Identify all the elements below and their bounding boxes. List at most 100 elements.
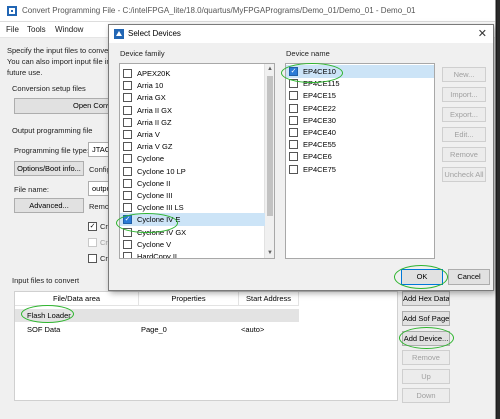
checkbox[interactable] [123,191,132,200]
list-item[interactable]: EP4CE6 [286,150,434,163]
list-item[interactable]: EP4CE40 [286,126,434,139]
checkbox[interactable] [289,79,298,89]
close-icon[interactable]: ✕ [478,27,487,40]
list-item[interactable]: EP4CE15 [286,89,434,102]
checkbox[interactable] [123,81,132,91]
family-list-scrollbar[interactable]: ▲ ▼ [264,64,274,258]
list-item[interactable]: EP4CE22 [286,102,434,115]
checkbox[interactable] [289,115,298,125]
list-item[interactable]: Arria II GX [120,104,265,117]
table-row[interactable]: Flash Loader [15,309,299,322]
checkbox[interactable]: ✓ [123,215,132,225]
list-item[interactable]: EP4CE75 [286,163,434,176]
import-button[interactable]: Import... [442,87,486,102]
ok-button[interactable]: OK [401,269,443,285]
remove-device-button[interactable]: Remove [442,147,486,162]
file-type-select[interactable]: JTAG [88,142,110,157]
option-checkbox-2[interactable] [88,238,97,247]
list-item[interactable]: APEX20K [120,67,265,80]
list-item[interactable]: ✓ Cyclone IV E [120,213,265,227]
list-item[interactable]: Arria 10 [120,79,265,92]
list-item[interactable]: Cyclone 10 LP [120,165,265,178]
uncheck-all-button[interactable]: Uncheck All [442,167,486,182]
checkbox[interactable] [123,178,132,188]
list-item-label: EP4CE40 [303,128,336,137]
list-item[interactable]: Cyclone III LS [120,201,265,214]
options-boot-info-button[interactable]: Options/Boot info... [14,161,84,176]
checkbox[interactable] [123,130,132,139]
scroll-up-arrow-icon[interactable]: ▲ [265,64,274,74]
column-header-start-address[interactable]: Start Address [239,292,299,306]
device-family-list[interactable]: ▲ ▼ APEX20K Arria 10 Arria GX Arria II GX Ar… [119,63,275,259]
checkbox[interactable] [123,142,132,152]
checkbox[interactable] [289,164,298,174]
list-item-label: Cyclone IV E [137,215,181,225]
checkbox[interactable] [289,152,298,162]
remove-button[interactable]: Remove [402,350,450,365]
menu-tools[interactable]: Tools [27,25,46,34]
scroll-down-arrow-icon[interactable]: ▼ [265,248,274,258]
checkbox[interactable]: ✓ [289,67,298,76]
checkbox[interactable] [123,154,132,164]
list-item-label: HardCopy II [137,252,178,259]
checkbox[interactable] [123,117,132,127]
list-item-label: Arria II GZ [137,117,172,127]
list-item[interactable]: Arria V [120,128,265,141]
open-conversion-setup-button[interactable]: Open Conv [14,98,110,114]
table-row[interactable]: SOF Data Page_0 <auto> [15,323,299,336]
list-item[interactable]: Cyclone [120,152,265,165]
list-item[interactable]: Arria V GZ [120,140,265,153]
input-files-table: File/Data area Properties Start Address … [14,291,398,401]
checkbox[interactable] [289,140,298,150]
list-item[interactable]: Cyclone V [120,238,265,251]
export-button[interactable]: Export... [442,107,486,122]
checkbox[interactable] [289,91,298,101]
column-header-file[interactable]: File/Data area [15,292,139,306]
add-sof-page-button[interactable]: Add Sof Page [402,311,450,326]
menu-file[interactable]: File [6,25,19,34]
list-item[interactable]: Arria II GZ [120,116,265,129]
list-item[interactable]: ✓ EP4CE10 [286,65,434,78]
list-item[interactable]: Cyclone II [120,177,265,190]
menu-window[interactable]: Window [55,25,83,34]
window-title: Convert Programming File - C:/intelFPGA_… [22,6,416,15]
checkbox[interactable] [289,103,298,113]
down-button[interactable]: Down [402,388,450,403]
checkbox[interactable] [123,227,132,237]
list-item[interactable]: EP4CE30 [286,114,434,127]
list-item[interactable]: Cyclone III [120,189,265,202]
checkbox[interactable] [289,128,298,137]
list-item[interactable]: EP4CE115 [286,77,434,90]
device-name-label: Device name [286,49,330,58]
option-label-2: Cr [100,238,108,247]
list-item-label: EP4CE10 [303,67,336,76]
advanced-button[interactable]: Advanced... [14,198,84,213]
device-name-list[interactable]: ✓ EP4CE10 EP4CE115 EP4CE15 EP4CE22 EP4CE30 EP4… [285,63,435,259]
checkbox[interactable] [123,252,132,258]
checkbox[interactable] [123,105,132,115]
cancel-button[interactable]: Cancel [448,269,490,285]
checkbox[interactable] [123,166,132,176]
option-checkbox-3[interactable] [88,254,97,263]
column-header-properties[interactable]: Properties [139,292,239,306]
list-item[interactable]: Arria GX [120,91,265,104]
checkbox[interactable] [123,239,132,249]
list-item-label: Cyclone II [137,178,171,188]
file-name-field[interactable]: outpu [88,181,110,196]
checkbox[interactable] [123,69,132,78]
add-device-button[interactable]: Add Device... [402,331,450,346]
checkbox[interactable] [123,93,132,103]
list-item[interactable]: Cyclone IV GX [120,226,265,239]
up-button[interactable]: Up [402,369,450,384]
checkbox[interactable] [123,203,132,213]
add-hex-data-button[interactable]: Add Hex Data [402,291,450,306]
list-item[interactable]: EP4CE55 [286,138,434,151]
list-item-label: Cyclone V [137,239,172,249]
list-item[interactable]: HardCopy II [120,250,265,259]
edit-button[interactable]: Edit... [442,127,486,142]
new-device-button[interactable]: New... [442,67,486,82]
list-item-label: EP4CE75 [303,164,336,174]
conversion-setup-label: Conversion setup files [12,84,86,93]
option-checkbox-1[interactable]: ✓ [88,222,97,231]
scroll-thumb[interactable] [267,76,273,216]
